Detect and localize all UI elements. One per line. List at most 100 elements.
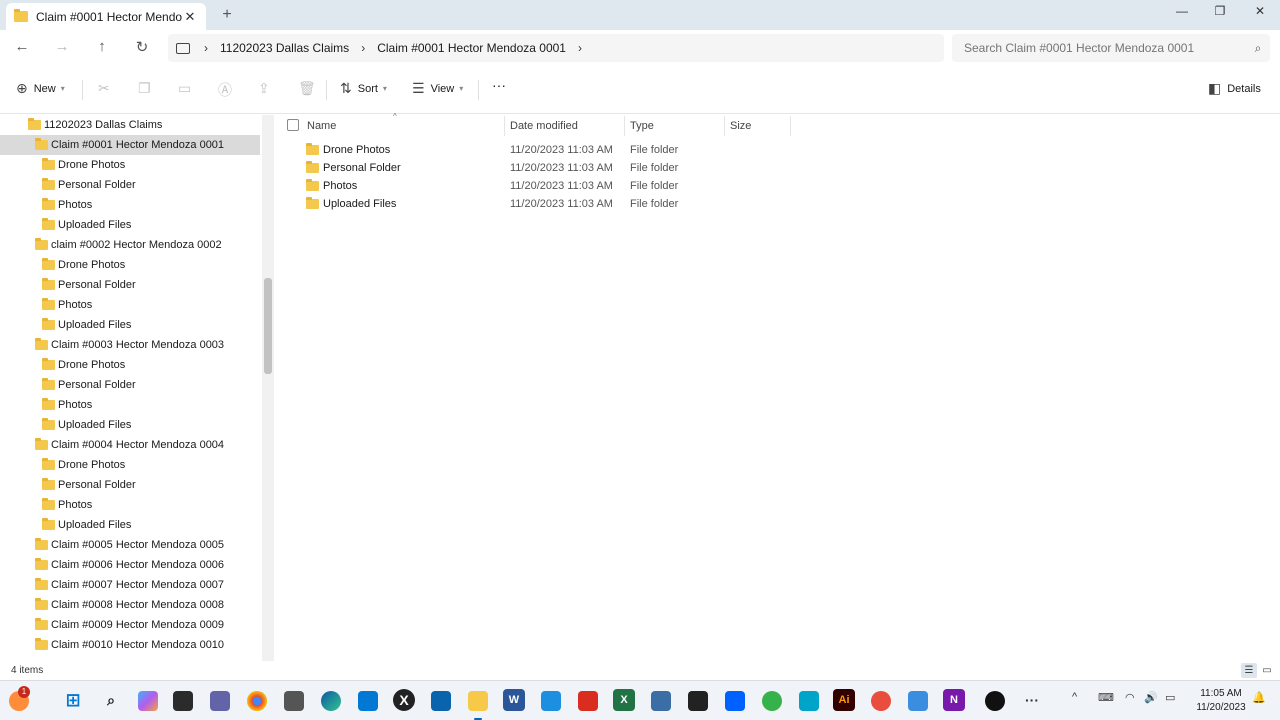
cut-button[interactable]: ✂	[98, 80, 116, 97]
breadcrumb-current-claim[interactable]: Claim #0001 Hector Mendoza 0001	[377, 41, 566, 55]
details-button[interactable]: ◧ Details	[1208, 80, 1261, 97]
tree-item-subfolder[interactable]: Drone Photos	[42, 455, 125, 475]
tree-item-claim[interactable]: claim #0002 Hector Mendoza 0002	[35, 235, 222, 255]
edge-icon[interactable]	[321, 691, 341, 711]
column-header-type[interactable]: Type	[630, 115, 654, 137]
nav-scrollbar-thumb[interactable]	[264, 278, 272, 374]
tree-item-claim[interactable]: Claim #0005 Hector Mendoza 0005	[35, 535, 224, 555]
tree-item-subfolder[interactable]: Photos	[42, 295, 92, 315]
onenote-icon[interactable]: N	[943, 689, 965, 711]
bell-icon[interactable]: 🔔	[1252, 691, 1266, 704]
delete-button[interactable]: 🗑	[298, 80, 322, 97]
tree-item-subfolder[interactable]: Drone Photos	[42, 155, 125, 175]
app-icon[interactable]	[284, 691, 304, 711]
close-window-button[interactable]: ✕	[1250, 4, 1270, 18]
tree-item-claim[interactable]: Claim #0004 Hector Mendoza 0004	[35, 435, 224, 455]
battery-icon[interactable]: ▭	[1165, 691, 1175, 704]
minimize-button[interactable]: —	[1172, 4, 1192, 18]
word-icon[interactable]: W	[503, 689, 525, 711]
chevron-right-icon[interactable]: ›	[204, 41, 208, 55]
chevron-up-icon[interactable]: ^	[1072, 691, 1077, 703]
excel-icon[interactable]: X	[613, 689, 635, 711]
chrome-icon[interactable]	[247, 691, 267, 711]
tree-item-subfolder[interactable]: Personal Folder	[42, 175, 136, 195]
tree-item-subfolder[interactable]: Photos	[42, 195, 92, 215]
tree-item-subfolder[interactable]: Personal Folder	[42, 275, 136, 295]
share-button[interactable]: ⇪	[258, 80, 276, 97]
sync-icon[interactable]	[762, 691, 782, 711]
file-row[interactable]: Personal Folder 11/20/2023 11:03 AM File f…	[283, 160, 783, 178]
search-box[interactable]: ⌕	[952, 34, 1270, 62]
tree-item-claim[interactable]: Claim #0001 Hector Mendoza 0001	[0, 135, 260, 155]
dropbox-icon[interactable]	[725, 691, 745, 711]
copilot-icon[interactable]	[138, 691, 158, 711]
media-app-icon[interactable]	[688, 691, 708, 711]
rename-button[interactable]: Ⓐ	[218, 80, 238, 100]
tree-item-claim[interactable]: Claim #0007 Hector Mendoza 0007	[35, 575, 224, 595]
illustrator-icon[interactable]: Ai	[833, 689, 855, 711]
column-header-name[interactable]: Name	[307, 115, 336, 137]
app-icon[interactable]	[985, 691, 1005, 711]
tab-active[interactable]: Claim #0001 Hector Mendoza 0001 ✕	[6, 3, 206, 30]
search-taskbar-icon[interactable]: ⌕	[100, 689, 122, 711]
view-button[interactable]: ☰ View ▾	[412, 80, 463, 97]
tree-item-dallas-claims[interactable]: 11202023 Dallas Claims	[28, 115, 162, 135]
paste-button[interactable]: ▭	[178, 80, 197, 97]
tree-item-subfolder[interactable]: Uploaded Files	[42, 215, 131, 235]
file-explorer-icon[interactable]	[468, 691, 488, 711]
teams-icon[interactable]	[210, 691, 230, 711]
column-header-date[interactable]: Date modified	[510, 115, 578, 137]
more-options-button[interactable]: ···	[492, 77, 506, 93]
wifi-icon[interactable]: ◠	[1125, 691, 1135, 704]
file-row[interactable]: Photos 11/20/2023 11:03 AM File folder	[283, 178, 783, 196]
keyboard-icon[interactable]: ⌨	[1098, 691, 1114, 704]
windows-start-icon[interactable]: ⊞	[62, 689, 84, 711]
store-icon[interactable]	[358, 691, 378, 711]
task-view-icon[interactable]	[173, 691, 193, 711]
app-icon[interactable]	[651, 691, 671, 711]
tree-item-subfolder[interactable]: Personal Folder	[42, 375, 136, 395]
maximize-button[interactable]: ❐	[1210, 4, 1230, 18]
address-bar[interactable]: › 11202023 Dallas Claims › Claim #0001 H…	[168, 34, 944, 62]
column-divider[interactable]	[624, 116, 625, 136]
tree-item-subfolder[interactable]: Drone Photos	[42, 355, 125, 375]
tree-item-claim[interactable]: Claim #0009 Hector Mendoza 0009	[35, 615, 224, 635]
tree-item-subfolder[interactable]: Personal Folder	[42, 475, 136, 495]
browser-icon[interactable]	[871, 691, 891, 711]
tree-item-subfolder[interactable]: Uploaded Files	[42, 315, 131, 335]
file-row[interactable]: Drone Photos 11/20/2023 11:03 AM File fold…	[283, 142, 783, 160]
column-header-size[interactable]: Size	[730, 115, 751, 137]
mail-icon[interactable]	[431, 691, 451, 711]
tab-close-button[interactable]: ✕	[182, 9, 198, 25]
file-row[interactable]: Uploaded Files 11/20/2023 11:03 AM File fo…	[283, 196, 783, 214]
tree-item-subfolder[interactable]: Photos	[42, 495, 92, 515]
breadcrumb-dallas-claims[interactable]: 11202023 Dallas Claims	[220, 41, 349, 55]
column-divider[interactable]	[790, 116, 791, 136]
x-app-icon[interactable]: X	[393, 689, 415, 711]
forward-button[interactable]: →	[52, 38, 72, 55]
copy-button[interactable]: ❐	[138, 80, 157, 97]
volume-icon[interactable]: 🔊	[1144, 691, 1158, 704]
select-all-checkbox[interactable]	[287, 119, 299, 131]
column-divider[interactable]	[504, 116, 505, 136]
up-button[interactable]: ↑	[92, 38, 112, 55]
notepad-icon[interactable]	[908, 691, 928, 711]
tree-item-subfolder[interactable]: Uploaded Files	[42, 415, 131, 435]
tree-item-subfolder[interactable]: Uploaded Files	[42, 515, 131, 535]
tree-item-claim[interactable]: Claim #0008 Hector Mendoza 0008	[35, 595, 224, 615]
tree-item-subfolder[interactable]: Photos	[42, 395, 92, 415]
new-tab-button[interactable]: +	[218, 6, 236, 24]
sort-button[interactable]: ⇅ Sort ▾	[340, 80, 387, 97]
more-apps-icon[interactable]: ···	[1021, 689, 1043, 711]
app-icon[interactable]	[799, 691, 819, 711]
tree-item-claim[interactable]: Claim #0006 Hector Mendoza 0006	[35, 555, 224, 575]
tiles-view-toggle[interactable]: ▭	[1259, 663, 1275, 678]
back-button[interactable]: ←	[12, 38, 32, 55]
search-input[interactable]	[964, 41, 1246, 55]
clock[interactable]: 11:05 AM 11/20/2023	[1186, 687, 1256, 715]
nav-scrollbar[interactable]	[262, 115, 274, 661]
acrobat-icon[interactable]	[578, 691, 598, 711]
chevron-right-icon[interactable]: ›	[578, 41, 582, 55]
refresh-button[interactable]: ↻	[132, 38, 152, 56]
chevron-right-icon[interactable]: ›	[361, 41, 365, 55]
